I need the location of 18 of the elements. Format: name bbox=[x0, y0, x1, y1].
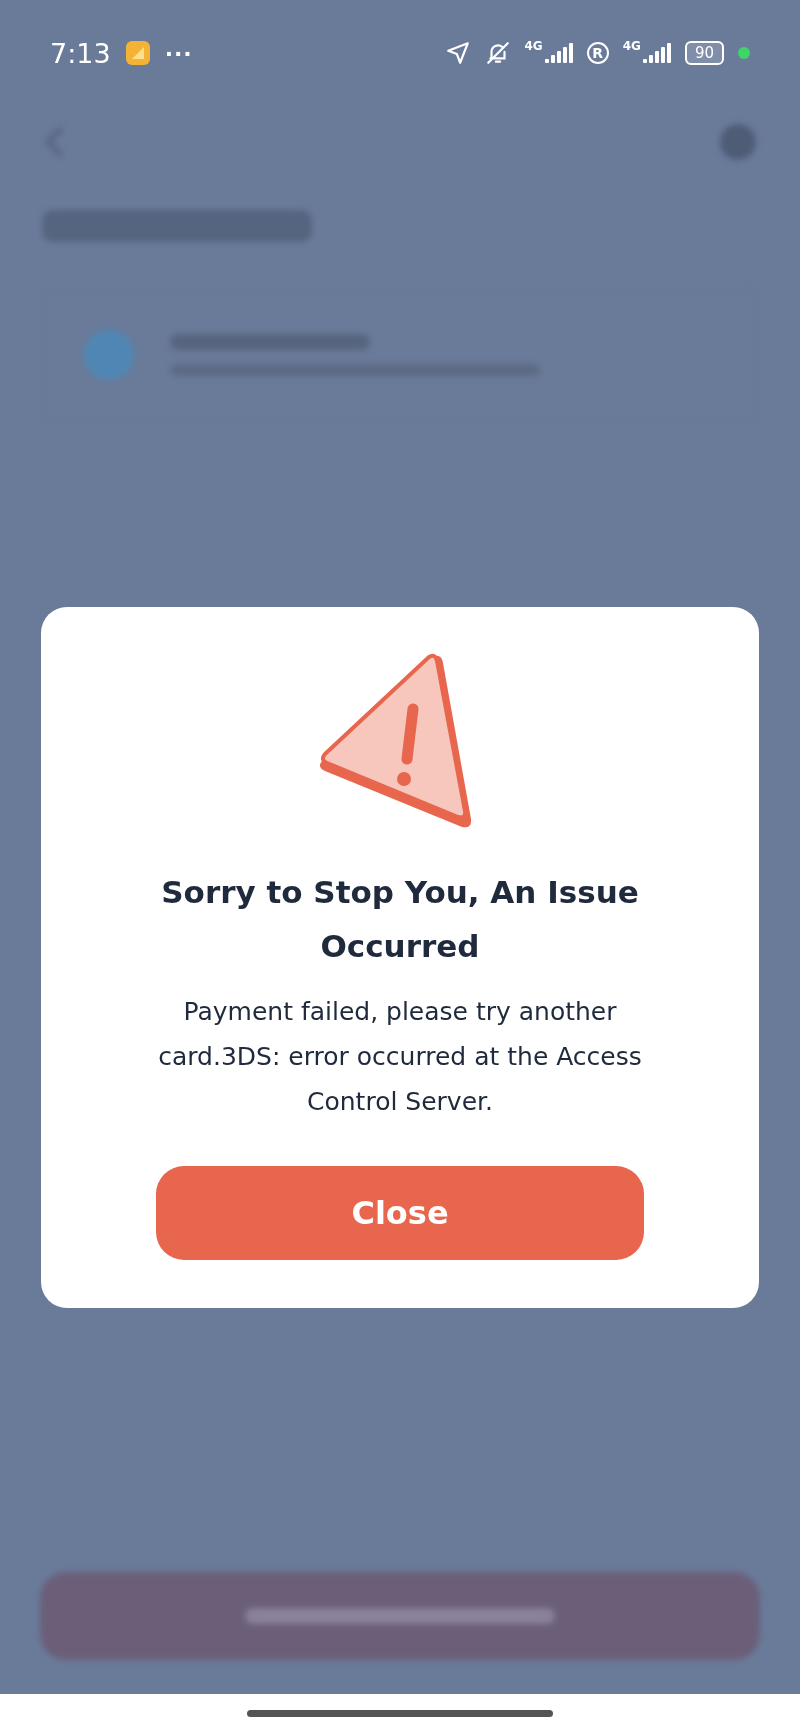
battery-level: 90 bbox=[684, 41, 724, 65]
bell-off-icon bbox=[484, 40, 511, 66]
network-type: 4G bbox=[622, 39, 641, 53]
status-dot bbox=[738, 47, 750, 59]
app-notification-icon bbox=[124, 40, 151, 66]
location-arrow-icon bbox=[444, 40, 471, 66]
home-indicator[interactable] bbox=[247, 1709, 553, 1717]
round-icon bbox=[718, 122, 758, 162]
roaming-indicator: R bbox=[586, 42, 609, 64]
more-notifications: ··· bbox=[164, 40, 193, 66]
signal-icon bbox=[642, 43, 671, 63]
signal-icon bbox=[544, 43, 573, 63]
clock-time: 7:13 bbox=[50, 37, 111, 69]
dialog-title: Sorry to Stop You, An Issue Occurred bbox=[160, 872, 640, 966]
card-icon bbox=[84, 330, 134, 380]
dialog-message: Payment failed, please try another card.3DS: error occurred at the Access Control Server. bbox=[157, 995, 643, 1118]
network-type: 4G bbox=[524, 39, 543, 53]
close-button[interactable]: Close bbox=[156, 1165, 644, 1260]
